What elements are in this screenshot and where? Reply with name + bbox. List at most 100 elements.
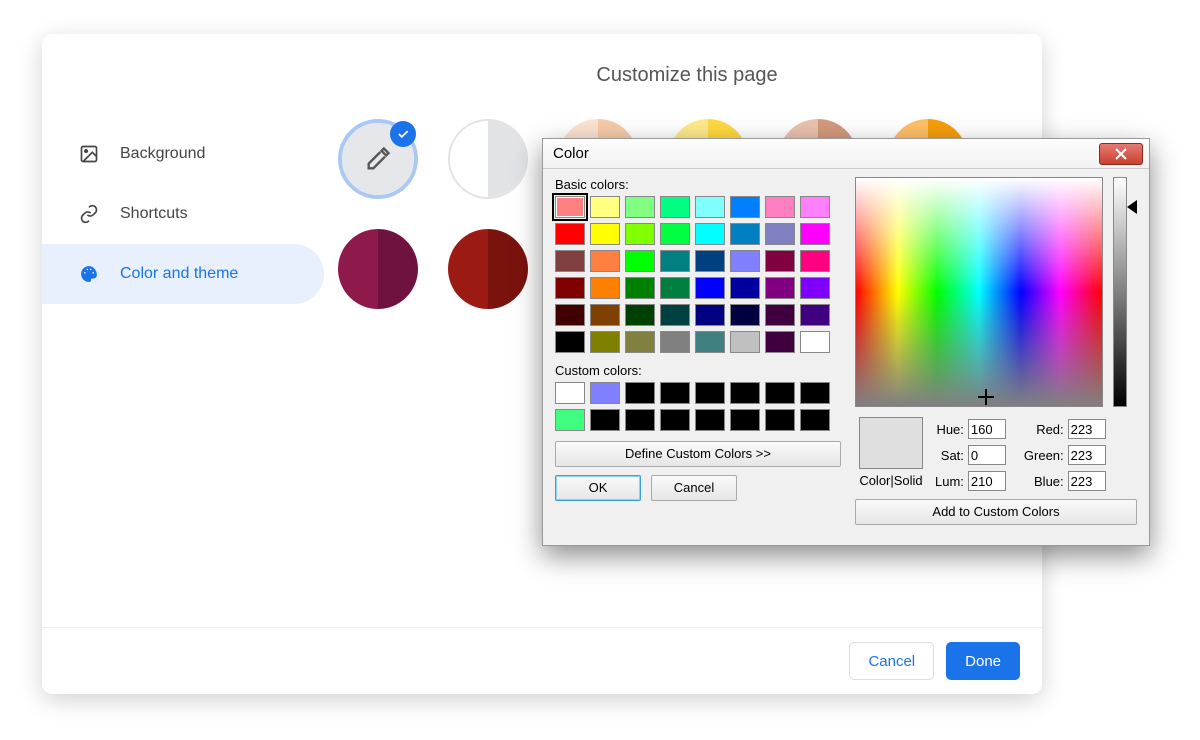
basic-color-swatch[interactable]: [625, 304, 655, 326]
red-input[interactable]: [1068, 419, 1106, 439]
custom-color-swatch[interactable]: [660, 382, 690, 404]
sidebar-item-shortcuts[interactable]: Shortcuts: [42, 184, 324, 244]
custom-color-swatch[interactable]: [590, 409, 620, 431]
basic-color-swatch[interactable]: [555, 223, 585, 245]
basic-color-swatch[interactable]: [765, 331, 795, 353]
basic-color-swatch[interactable]: [555, 250, 585, 272]
custom-color-swatch[interactable]: [625, 382, 655, 404]
basic-color-swatch[interactable]: [590, 250, 620, 272]
basic-color-swatch[interactable]: [695, 196, 725, 218]
custom-color-swatch[interactable]: [555, 382, 585, 404]
basic-color-swatch[interactable]: [660, 223, 690, 245]
custom-color-swatch[interactable]: [590, 382, 620, 404]
basic-color-swatch[interactable]: [590, 277, 620, 299]
custom-color-swatch[interactable]: [800, 409, 830, 431]
green-label: Green:: [1024, 448, 1064, 463]
basic-color-swatch[interactable]: [695, 277, 725, 299]
basic-color-swatch[interactable]: [765, 196, 795, 218]
basic-color-swatch[interactable]: [730, 331, 760, 353]
sidebar-item-label: Shortcuts: [120, 205, 188, 223]
sidebar-item-color-theme[interactable]: Color and theme: [42, 244, 324, 304]
blue-input[interactable]: [1068, 471, 1106, 491]
custom-color-swatch[interactable]: [800, 382, 830, 404]
basic-color-swatch[interactable]: [695, 304, 725, 326]
basic-color-swatch[interactable]: [765, 304, 795, 326]
custom-color-swatch[interactable]: [695, 382, 725, 404]
basic-color-swatch[interactable]: [590, 223, 620, 245]
page-title: Customize this page: [332, 64, 1042, 87]
basic-color-swatch[interactable]: [555, 277, 585, 299]
basic-color-swatch[interactable]: [555, 196, 585, 218]
basic-color-swatch[interactable]: [625, 277, 655, 299]
link-icon: [78, 203, 100, 225]
custom-color-swatch[interactable]: [765, 409, 795, 431]
basic-color-swatch[interactable]: [730, 277, 760, 299]
sat-input[interactable]: [968, 445, 1006, 465]
sidebar-item-label: Color and theme: [120, 265, 238, 283]
basic-color-swatch[interactable]: [555, 331, 585, 353]
color-picker-left: Basic colors: Custom colors: Define Cust…: [555, 177, 841, 525]
done-button[interactable]: Done: [946, 642, 1020, 680]
basic-color-swatch[interactable]: [625, 331, 655, 353]
sidebar-item-background[interactable]: Background: [42, 124, 324, 184]
color-gradient-field[interactable]: [855, 177, 1103, 407]
color-solid-label: Color|Solid: [855, 473, 927, 488]
basic-color-swatch[interactable]: [590, 304, 620, 326]
basic-color-swatch[interactable]: [660, 304, 690, 326]
basic-color-swatch[interactable]: [800, 223, 830, 245]
basic-color-swatch[interactable]: [730, 250, 760, 272]
modal-footer: Cancel Done: [42, 627, 1042, 694]
green-input[interactable]: [1068, 445, 1106, 465]
theme-swatch[interactable]: [448, 119, 528, 199]
custom-color-swatch[interactable]: [730, 409, 760, 431]
theme-swatch[interactable]: [448, 229, 528, 309]
theme-swatch[interactable]: [338, 229, 418, 309]
lum-input[interactable]: [968, 471, 1006, 491]
hue-label: Hue:: [936, 422, 963, 437]
custom-color-swatch[interactable]: [555, 409, 585, 431]
basic-color-swatch[interactable]: [660, 277, 690, 299]
basic-color-swatch[interactable]: [800, 277, 830, 299]
basic-color-swatch[interactable]: [555, 304, 585, 326]
basic-color-swatch[interactable]: [660, 250, 690, 272]
basic-color-swatch[interactable]: [695, 331, 725, 353]
basic-color-swatch[interactable]: [765, 250, 795, 272]
palette-icon: [78, 263, 100, 285]
basic-color-swatch[interactable]: [800, 250, 830, 272]
red-label: Red:: [1036, 422, 1063, 437]
luminance-slider[interactable]: [1113, 177, 1127, 407]
basic-color-swatch[interactable]: [695, 223, 725, 245]
custom-color-swatch[interactable]: [765, 382, 795, 404]
basic-color-swatch[interactable]: [730, 196, 760, 218]
basic-color-swatch[interactable]: [590, 331, 620, 353]
hue-input[interactable]: [968, 419, 1006, 439]
custom-colors-grid: [555, 382, 841, 431]
basic-color-swatch[interactable]: [800, 331, 830, 353]
basic-color-swatch[interactable]: [730, 304, 760, 326]
custom-color-swatch[interactable]: [625, 409, 655, 431]
color-picker-titlebar[interactable]: Color: [543, 139, 1149, 169]
define-custom-colors-button[interactable]: Define Custom Colors >>: [555, 441, 841, 467]
basic-color-swatch[interactable]: [800, 196, 830, 218]
basic-color-swatch[interactable]: [695, 250, 725, 272]
ok-button[interactable]: OK: [555, 475, 641, 501]
basic-color-swatch[interactable]: [590, 196, 620, 218]
basic-color-swatch[interactable]: [765, 223, 795, 245]
custom-color-swatch[interactable]: [695, 409, 725, 431]
basic-color-swatch[interactable]: [660, 331, 690, 353]
custom-color-swatch[interactable]: [730, 382, 760, 404]
basic-color-swatch[interactable]: [625, 196, 655, 218]
cancel-button[interactable]: Cancel: [651, 475, 737, 501]
basic-color-swatch[interactable]: [625, 223, 655, 245]
add-to-custom-colors-button[interactable]: Add to Custom Colors: [855, 499, 1137, 525]
basic-color-swatch[interactable]: [660, 196, 690, 218]
eyedropper-icon: [364, 145, 392, 173]
basic-color-swatch[interactable]: [625, 250, 655, 272]
basic-color-swatch[interactable]: [800, 304, 830, 326]
close-button[interactable]: [1099, 143, 1143, 165]
theme-swatch[interactable]: [338, 119, 418, 199]
cancel-button[interactable]: Cancel: [849, 642, 934, 680]
basic-color-swatch[interactable]: [730, 223, 760, 245]
basic-color-swatch[interactable]: [765, 277, 795, 299]
custom-color-swatch[interactable]: [660, 409, 690, 431]
